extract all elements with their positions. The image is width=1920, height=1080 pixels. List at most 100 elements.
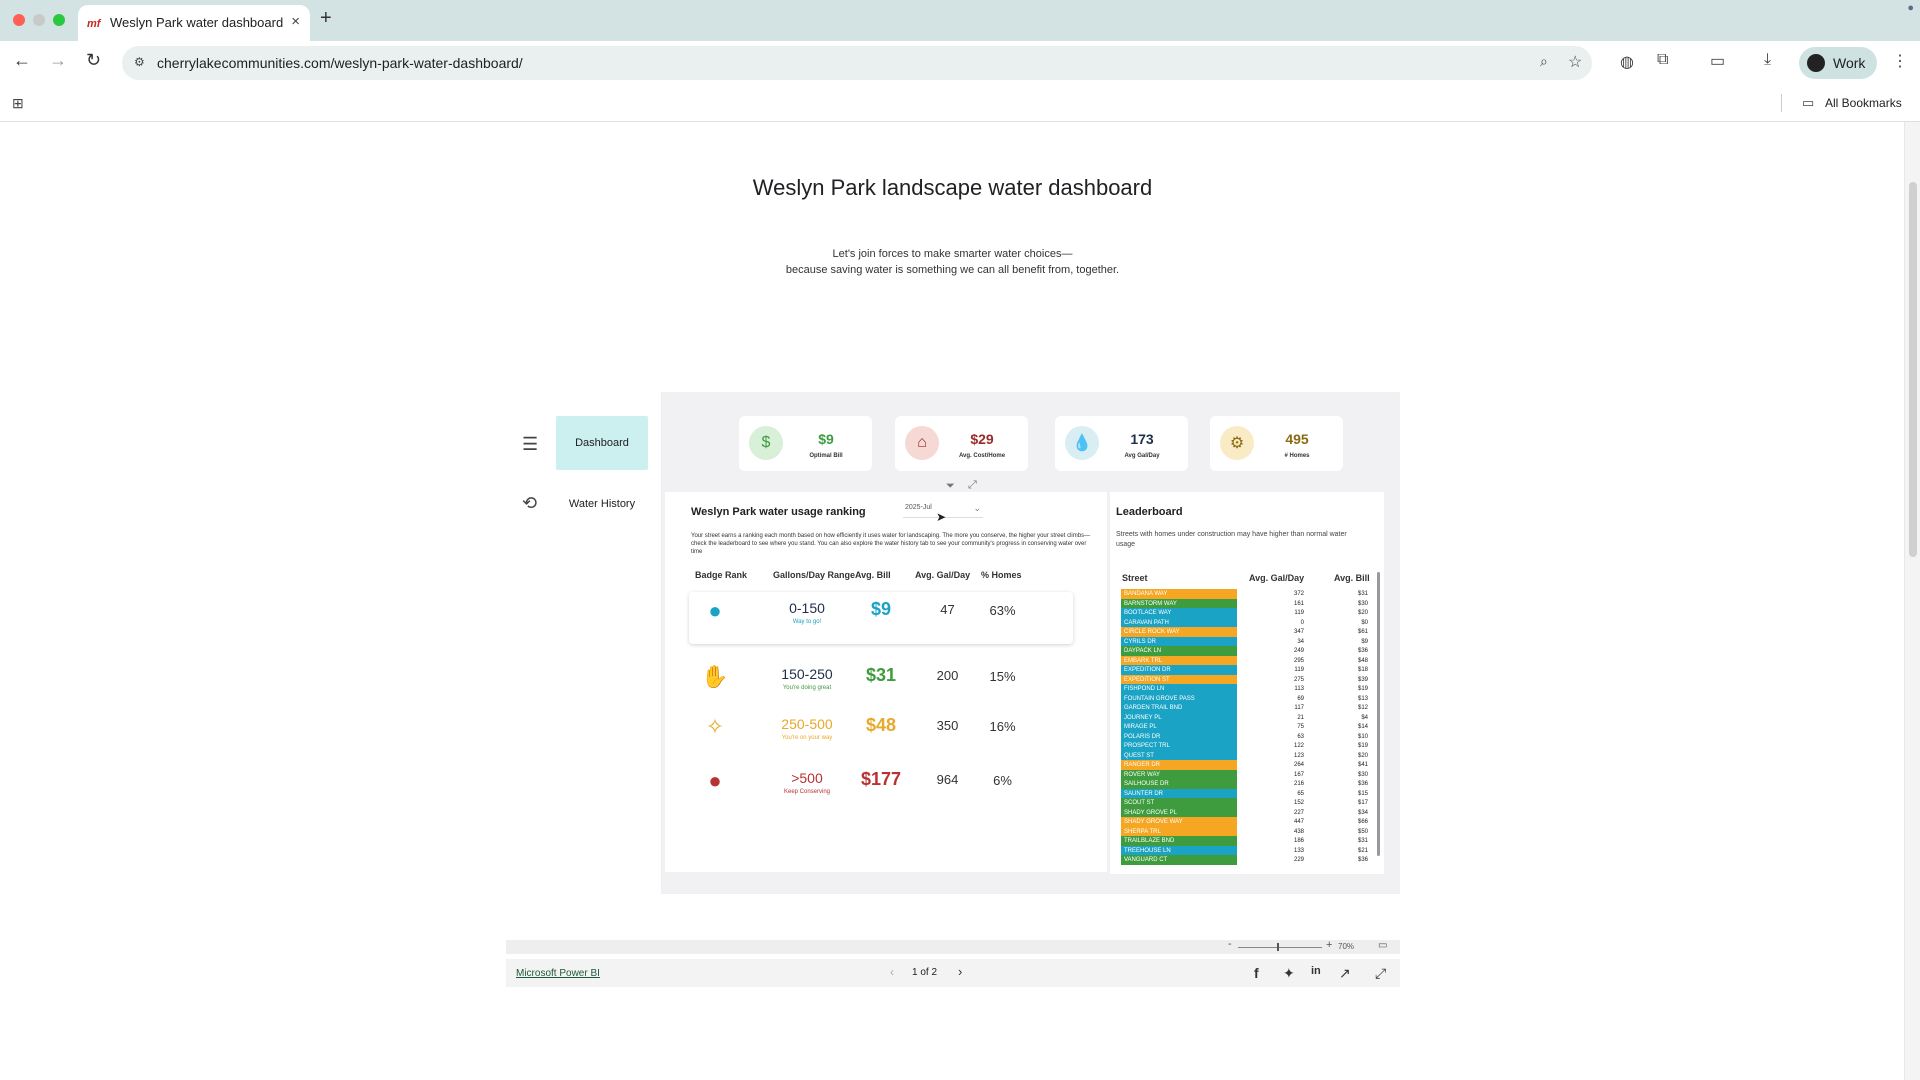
leaderboard-bill: $39 (1357, 676, 1368, 683)
next-page-button[interactable]: › (958, 964, 962, 979)
tab-title: Weslyn Park water dashboard (110, 15, 284, 30)
downloads-icon[interactable]: ⤓ (1764, 51, 1771, 69)
leaderboard-bill: $13 (1357, 695, 1368, 702)
zoom-in-button[interactable]: + (1326, 939, 1332, 951)
browser-tab[interactable]: mf Weslyn Park water dashboard × (78, 5, 310, 41)
leaderboard-bill: $30 (1357, 771, 1368, 778)
close-tab-icon[interactable]: × (291, 13, 300, 30)
leaderboard-bill: $21 (1357, 847, 1368, 854)
browser-tab-bar: mf Weslyn Park water dashboard × + ● (0, 0, 1920, 41)
powerbi-link[interactable]: Microsoft Power BI (516, 968, 600, 979)
page-scrollbar[interactable] (1904, 122, 1920, 1080)
leaderboard-bill: $61 (1357, 629, 1368, 635)
list-icon: ☰ (522, 434, 539, 454)
zoom-icon[interactable]: ⌕ (1540, 53, 1548, 70)
leaderboard-bill: $34 (1357, 809, 1368, 816)
avatar (1807, 54, 1825, 72)
range-tagline: You're on your way (781, 735, 833, 741)
leaderboard-bill: $0 (1361, 619, 1368, 626)
password-manager-icon[interactable]: ◍ (1620, 52, 1634, 72)
bookmark-star-icon[interactable]: ☆ (1568, 52, 1582, 72)
leaderboard-gal: 167 (1293, 771, 1304, 778)
lightbulb-badge-icon: ✧ (705, 714, 725, 739)
back-button[interactable]: ← (13, 50, 31, 71)
new-tab-button[interactable]: + (320, 7, 332, 30)
url-text: cherrylakecommunities.com/weslyn-park-wa… (157, 55, 523, 71)
leaderboard-scrollbar[interactable] (1377, 572, 1380, 856)
avg-gal: 350 (936, 718, 959, 733)
fit-page-icon[interactable]: ▭ (1378, 940, 1387, 951)
leaderboard-gal: 275 (1293, 676, 1304, 683)
page-scrollbar-thumb[interactable] (1909, 182, 1917, 557)
house-icon: ⌂ (905, 426, 939, 460)
zoom-bar: - + 70% ▭ (506, 938, 1400, 954)
leaderboard-street: DAYPACK LN (1121, 646, 1237, 656)
all-bookmarks-button[interactable]: All Bookmarks (1825, 96, 1902, 110)
leaderboard-header: Street (1122, 573, 1148, 583)
leaderboard-note: Streets with homes under construction ma… (1116, 531, 1347, 548)
apps-grid-icon[interactable]: ⊞ (12, 95, 24, 112)
linkedin-icon[interactable]: in (1311, 965, 1321, 977)
kpi-label: Optimal Bill (809, 453, 843, 459)
close-window-button[interactable] (13, 14, 25, 26)
report-nav: ☰ Dashboard ⟲ Water History (506, 392, 662, 894)
forward-button[interactable]: → (49, 50, 67, 71)
minimize-window-button[interactable] (33, 14, 45, 26)
site-info-icon[interactable]: ⚙ (134, 55, 145, 69)
leaderboard-street: POLARIS DR (1121, 731, 1237, 742)
tab-search-icon[interactable]: ▭ (1710, 51, 1725, 71)
avg-bill: $48 (865, 715, 897, 735)
leaderboard-gal: 123 (1293, 752, 1304, 759)
reload-button[interactable]: ↻ (86, 50, 101, 71)
avg-gal: 964 (936, 772, 959, 787)
nav-water-history-button[interactable]: Water History (556, 498, 648, 510)
extensions-icon[interactable]: ⧉ (1657, 51, 1668, 69)
avg-bill: $9 (870, 599, 892, 619)
money-icon: $ (749, 426, 783, 460)
share-icon[interactable]: ↗ (1339, 965, 1351, 982)
leaderboard-gal: 113 (1294, 686, 1304, 692)
ranking-header: % Homes (981, 570, 1022, 580)
avg-bill: $31 (865, 665, 897, 685)
leaderboard-bill: $14 (1357, 724, 1368, 730)
ranking-header: Avg. Gal/Day (915, 570, 971, 580)
leaderboard-gal: 264 (1293, 762, 1304, 768)
focus-mode-icon[interactable]: ⤢ (968, 479, 977, 492)
globe-badge-icon: ● (708, 598, 722, 623)
profile-label: Work (1833, 55, 1866, 71)
facebook-icon[interactable]: f (1254, 965, 1259, 981)
maximize-window-button[interactable] (53, 14, 65, 26)
prev-page-button[interactable]: ‹ (890, 965, 894, 979)
powerbi-footer: Microsoft Power BI ‹ 1 of 2 › (506, 959, 1400, 987)
range-value: 250-500 (781, 716, 833, 732)
leaderboard-street: FISHPOND LN (1121, 684, 1237, 694)
zoom-slider[interactable] (1238, 947, 1322, 948)
browser-menu-icon[interactable]: ⋮ (1892, 51, 1908, 71)
leaderboard-header: Avg. Gal/Day (1249, 573, 1305, 583)
profile-button[interactable]: Work (1799, 47, 1877, 79)
pct-homes: 63% (989, 603, 1016, 618)
leaderboard-street: TRAILBLAZE BND (1121, 836, 1237, 846)
leaderboard-bill: $41 (1357, 762, 1368, 768)
apple-badge-icon: ● (708, 768, 722, 793)
leaderboard-gal: 295 (1293, 657, 1304, 664)
range-value: 150-250 (781, 666, 833, 682)
mouse-cursor-icon: ➤ (936, 510, 947, 524)
ranking-header: Avg. Bill (855, 570, 891, 580)
page-subtitle-line1: Let's join forces to make smarter water … (832, 248, 1073, 260)
leaderboard-gal: 152 (1293, 800, 1304, 806)
leaderboard-bill: $36 (1357, 781, 1368, 787)
favicon-icon: mf (87, 18, 101, 30)
twitter-icon[interactable]: ✦ (1283, 965, 1295, 982)
zoom-out-button[interactable]: - (1228, 938, 1232, 950)
homes-icon: ⚙ (1220, 426, 1254, 460)
leaderboard-bill: $66 (1357, 819, 1368, 825)
page-indicator: 1 of 2 (912, 967, 938, 978)
page-subtitle-line2: because saving water is something we can… (785, 264, 1120, 276)
zoom-slider-handle[interactable] (1277, 943, 1279, 951)
fullscreen-icon[interactable]: ⤢ (1375, 965, 1386, 982)
leaderboard-gal: 63 (1297, 733, 1304, 740)
leaderboard-bill: $36 (1357, 857, 1368, 863)
address-bar[interactable]: ⚙ cherrylakecommunities.com/weslyn-park-… (122, 46, 1592, 80)
leaderboard-street: ROVER WAY (1121, 769, 1237, 780)
